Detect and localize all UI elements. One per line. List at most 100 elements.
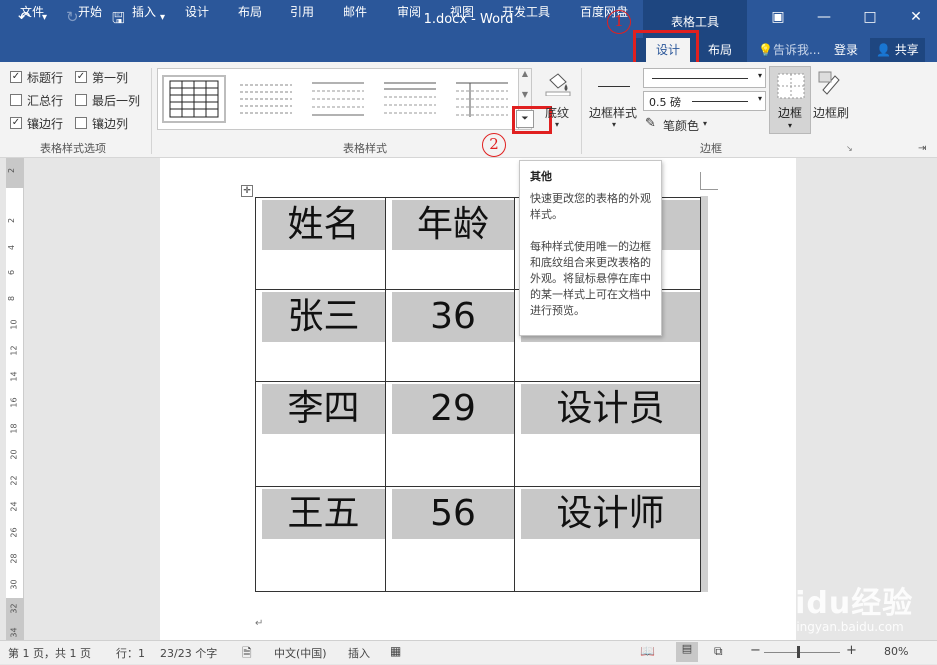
table-cell[interactable]: 李四 <box>255 381 386 487</box>
last-column-checkbox[interactable] <box>75 94 87 106</box>
gallery-scroll-up-icon[interactable]: ▲ <box>519 69 531 78</box>
tab-insert[interactable]: 插入 <box>132 4 156 22</box>
tab-developer[interactable]: 开发工具 <box>502 4 550 22</box>
tab-design[interactable]: 设计 <box>185 4 209 22</box>
banded-rows-checkbox[interactable]: ✓ <box>10 117 22 129</box>
tab-layout[interactable]: 布局 <box>238 4 262 22</box>
language-indicator[interactable]: 中文(中国) <box>274 645 327 661</box>
vertical-ruler: 2 2 4 6 8 10 12 14 16 18 20 22 24 26 28 … <box>6 158 24 640</box>
table-styles-gallery[interactable] <box>157 68 519 130</box>
line-weight-value: 0.5 磅 <box>649 96 681 109</box>
borders-button[interactable]: 边框 ▾ <box>769 66 811 134</box>
table-style-plain-4[interactable] <box>450 75 514 123</box>
tab-review[interactable]: 审阅 <box>397 4 421 22</box>
first-column-checkbox[interactable]: ✓ <box>75 71 87 83</box>
group-divider <box>151 68 152 154</box>
table-cell[interactable]: 年龄 <box>385 197 515 290</box>
table-style-plain-3[interactable] <box>378 75 442 123</box>
close-button[interactable]: ✕ <box>904 6 928 28</box>
table-cell[interactable]: 36 <box>385 289 515 382</box>
zoom-slider-thumb[interactable] <box>797 646 800 658</box>
proofing-icon[interactable]: 🗎 <box>242 644 252 665</box>
ruler-number: 4 <box>7 244 17 251</box>
table-style-plain-1[interactable] <box>234 75 298 123</box>
tab-references[interactable]: 引用 <box>290 4 314 22</box>
gallery-scroll-down-icon[interactable]: ▼ <box>519 90 531 99</box>
macro-icon[interactable]: ▦ <box>390 644 401 658</box>
tab-view[interactable]: 视图 <box>450 4 474 22</box>
word-count[interactable]: 23/23 个字 <box>160 645 217 661</box>
page-count[interactable]: 第 1 页，共 1 页 <box>8 645 91 661</box>
web-layout-icon[interactable]: ⧉ <box>714 644 723 659</box>
ruler-number: 30 <box>9 579 19 590</box>
border-styles-button[interactable]: 边框样式 <box>589 104 637 121</box>
ruler-number: 20 <box>9 449 19 460</box>
ruler-number: 18 <box>9 423 19 434</box>
border-painter-icon[interactable] <box>815 68 845 100</box>
signin-link[interactable]: 登录 <box>834 42 858 60</box>
minimize-button[interactable]: — <box>812 6 836 28</box>
borders-dialog-launcher-icon[interactable]: ↘ <box>846 144 853 153</box>
pen-color-button[interactable]: 笔颜色 <box>663 117 699 134</box>
line-style-preview <box>652 78 748 79</box>
print-layout-icon[interactable]: ▤ <box>676 642 698 662</box>
tab-file[interactable]: 文件 <box>20 4 44 22</box>
cell-text: 设计师 <box>521 489 700 539</box>
insert-mode[interactable]: 插入 <box>348 645 370 661</box>
table-cell[interactable]: 姓名 <box>255 197 386 290</box>
group-divider <box>581 68 582 154</box>
line-number[interactable]: 行：1 <box>116 645 145 661</box>
table-cell[interactable]: 设计员 <box>514 381 701 487</box>
cell-text: 张三 <box>262 292 385 342</box>
total-row-label: 汇总行 <box>27 94 64 108</box>
shading-bucket-icon[interactable] <box>544 70 572 97</box>
ruler-number: 22 <box>9 475 19 486</box>
table-move-handle-icon[interactable]: ✛ <box>241 185 253 197</box>
ruler-number: 28 <box>9 553 19 564</box>
status-bar: 第 1 页，共 1 页 行：1 23/23 个字 🗎 中文(中国) 插入 ▦ 📖… <box>0 640 937 664</box>
banded-rows-label: 镶边行 <box>27 117 64 131</box>
total-row-checkbox[interactable] <box>10 94 22 106</box>
border-styles-dropdown-icon[interactable]: ▾ <box>612 120 616 129</box>
pen-color-dropdown-icon[interactable]: ▾ <box>703 119 707 128</box>
annotation-number-2: 2 <box>482 133 506 157</box>
tooltip-title: 其他 <box>530 170 552 183</box>
table-style-plain-2[interactable] <box>306 75 370 123</box>
tab-home[interactable]: 开始 <box>78 4 102 22</box>
maximize-button[interactable]: □ <box>858 6 882 28</box>
ruler-number: 16 <box>9 397 19 408</box>
table-cell[interactable]: 29 <box>385 381 515 487</box>
zoom-out-button[interactable]: − <box>750 643 761 658</box>
shading-dropdown-icon[interactable]: ▾ <box>555 120 559 129</box>
table-cell[interactable]: 张三 <box>255 289 386 382</box>
banded-columns-checkbox[interactable] <box>75 117 87 129</box>
table-cell[interactable]: 56 <box>385 486 515 592</box>
zoom-in-button[interactable]: + <box>846 643 857 658</box>
pen-color-icon[interactable]: ✎ <box>645 116 656 131</box>
border-painter-button[interactable]: 边框刷 <box>813 104 849 121</box>
tab-mailings[interactable]: 邮件 <box>343 4 367 22</box>
table-style-grid-selected[interactable] <box>162 75 226 123</box>
line-style-select[interactable]: ▾ <box>643 68 766 88</box>
paragraph-mark: ↵ <box>255 618 264 629</box>
ribbon-display-icon[interactable]: ▣ <box>766 6 790 28</box>
table-style-options-group-label: 表格样式选项 <box>40 142 106 155</box>
table-cell[interactable]: 设计师 <box>514 486 701 592</box>
header-row-checkbox[interactable]: ✓ <box>10 71 22 83</box>
line-weight-dropdown-icon: ▾ <box>757 94 762 103</box>
tell-me-box[interactable]: 💡告诉我... <box>758 42 820 60</box>
share-label: 共享 <box>894 43 919 57</box>
tab-table-layout[interactable]: 布局 <box>708 42 732 60</box>
read-mode-icon[interactable]: 📖 <box>640 644 655 658</box>
zoom-slider-track[interactable] <box>764 652 840 653</box>
collapse-ribbon-icon[interactable]: ⇥ <box>918 143 926 154</box>
line-weight-select[interactable]: 0.5 磅 ▾ <box>643 91 766 111</box>
cell-text: 36 <box>392 292 514 342</box>
share-button[interactable]: 👤 共享 <box>870 38 925 62</box>
shading-button[interactable]: 底纹 <box>545 104 569 121</box>
baidu-watermark: Baidu经验 <box>750 586 914 621</box>
table-cell[interactable]: 王五 <box>255 486 386 592</box>
zoom-level[interactable]: 80% <box>884 645 908 658</box>
tooltip-line-2: 每种样式使用唯一的边框和底纹组合来更改表格的外观。将鼠标悬停在库中的某一样式上可… <box>530 240 651 317</box>
line-weight-preview <box>692 101 748 102</box>
